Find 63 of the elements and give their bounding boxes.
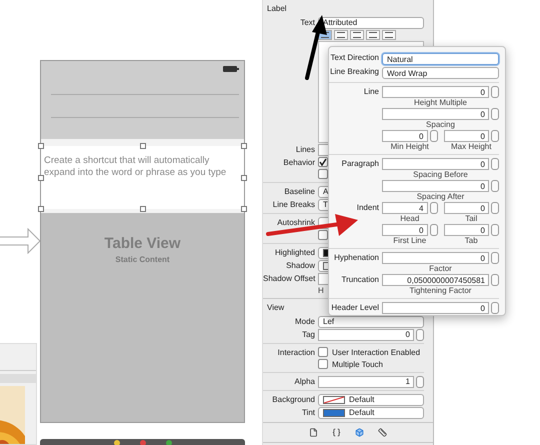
field-label: Text Direction [330, 52, 379, 64]
field-caption: First Line [393, 236, 426, 246]
field-label: Behavior [282, 158, 315, 166]
checkbox-label: User Interaction Enabled [332, 348, 420, 356]
number-field[interactable]: 0 [382, 302, 489, 314]
field-label: Alpha [294, 377, 315, 386]
number-field[interactable]: 0 [444, 202, 489, 214]
dropdown[interactable]: Lef [318, 316, 424, 328]
field-label: Truncation [340, 274, 379, 286]
field-caption: Tightening Factor [410, 286, 472, 296]
field-label: Highlighted [274, 248, 315, 257]
field-caption: Head [400, 214, 420, 224]
section-title: View [266, 302, 286, 314]
field-label: Indent [356, 202, 379, 214]
field-caption: Tail [465, 214, 478, 224]
number-field[interactable]: 0 [382, 86, 489, 98]
field-label: Background [271, 395, 315, 404]
number-field[interactable]: 0 [382, 224, 428, 236]
field-label: Paragraph [340, 158, 379, 170]
field-label: Tint [300, 408, 315, 417]
field-label: Hyphenation [333, 252, 379, 264]
section-title: Label [266, 3, 288, 15]
number-field[interactable]: 0 [382, 252, 489, 264]
field-caption: Spacing After [416, 192, 464, 202]
field-label: Autoshrink [276, 218, 315, 227]
label-text: Create a shortcut that will automatically expand into the word or phrase as you type [44, 155, 228, 179]
field-label: Shadow [285, 261, 315, 270]
color-dropdown[interactable]: Default [318, 406, 424, 418]
field-label: Baseline [283, 187, 315, 196]
field-label: Lines [294, 145, 315, 154]
field-caption: Max Height [451, 142, 492, 152]
field-caption: Spacing Before [413, 170, 468, 180]
number-field[interactable]: 0 [382, 130, 428, 142]
number-field[interactable]: 0 [318, 328, 414, 340]
field-caption: Min Height [390, 142, 429, 152]
field-caption: Spacing [426, 120, 455, 130]
field-label: Text [299, 18, 315, 27]
field-label: Line Breaking [329, 66, 379, 78]
number-field[interactable]: 0,0500000007450581 [382, 274, 489, 286]
dropdown[interactable]: Attributed [318, 16, 424, 28]
number-field[interactable]: 1 [318, 376, 414, 388]
table-title: Table View [104, 235, 181, 252]
field-caption: Factor [429, 264, 452, 274]
field-label: Header Level [330, 302, 379, 314]
number-field[interactable]: 0 [382, 180, 489, 192]
table-subtitle: Static Content [115, 255, 170, 264]
field-label: Tag [301, 330, 315, 339]
field-caption: Height Multiple [414, 98, 467, 108]
number-field[interactable]: 0 [382, 108, 489, 120]
field-caption: Tab [464, 236, 478, 246]
color-dropdown[interactable]: Default [318, 394, 424, 406]
number-field[interactable]: 0 [382, 158, 489, 170]
number-field[interactable]: 4 [382, 202, 428, 214]
field-label: Mode [294, 317, 315, 326]
field-label: Line [362, 86, 379, 98]
dropdown[interactable]: Natural [382, 53, 499, 65]
checkbox-label: Multiple Touch [332, 360, 383, 368]
dropdown[interactable]: Word Wrap [382, 67, 499, 79]
number-field[interactable]: 0 [444, 130, 489, 142]
number-field[interactable]: 0 [444, 224, 489, 236]
field-label: Interaction [276, 348, 315, 356]
field-label: Shadow Offset [263, 274, 315, 283]
field-label: Line Breaks [272, 200, 315, 209]
